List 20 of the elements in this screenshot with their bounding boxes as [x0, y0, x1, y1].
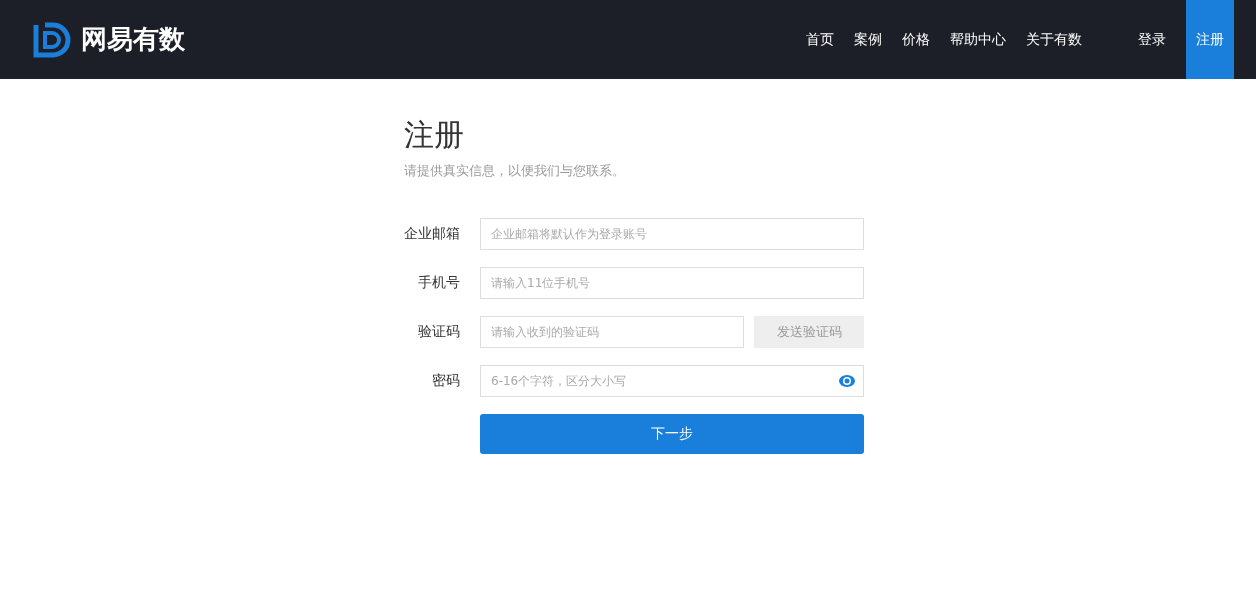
next-step-button[interactable]: 下一步	[480, 414, 864, 454]
page-subtitle: 请提供真实信息，以便我们与您联系。	[404, 162, 626, 180]
nav-link[interactable]: 首页	[806, 30, 834, 49]
input-field[interactable]: 请输入11位手机号	[480, 267, 864, 299]
nav-link[interactable]: 帮助中心	[950, 30, 1006, 49]
nav-link[interactable]: 价格	[902, 30, 930, 49]
input-field[interactable]: 企业邮箱将默认作为登录账号	[480, 218, 864, 250]
code-input-field[interactable]: 请输入收到的验证码	[480, 316, 744, 348]
password-field[interactable]: 6-16个字符，区分大小写	[480, 365, 864, 397]
field-label: 验证码	[417, 323, 460, 341]
nav-link[interactable]: 关于有数	[1026, 30, 1082, 49]
field-label: 企业邮箱	[404, 225, 460, 243]
field-label: 密码	[431, 372, 460, 390]
eye-icon[interactable]	[838, 373, 856, 389]
page-title: 注册	[404, 116, 465, 154]
nav-link[interactable]: 案例	[854, 30, 882, 49]
auth-link[interactable]: 注册	[1186, 0, 1234, 79]
auth-link[interactable]: 登录	[1128, 0, 1176, 79]
logo-text: 网易有数	[81, 23, 185, 56]
field-label: 手机号	[417, 274, 460, 292]
